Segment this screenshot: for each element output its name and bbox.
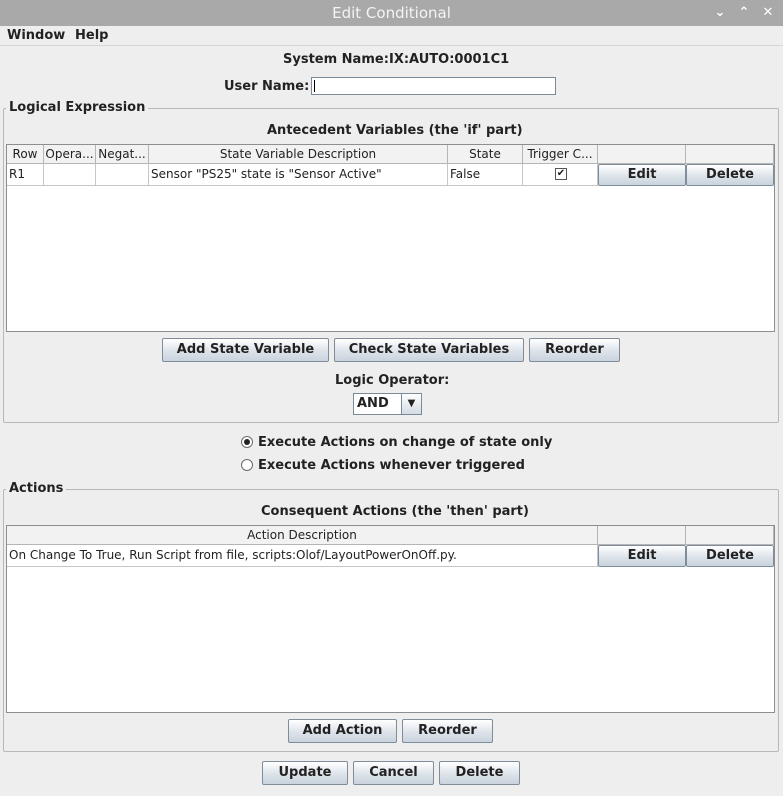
col-action-description[interactable]: Action Description — [7, 526, 598, 545]
cell-operator[interactable] — [44, 164, 96, 186]
action-delete-button[interactable]: Delete — [686, 545, 774, 567]
update-button[interactable]: Update — [262, 761, 348, 785]
col-description[interactable]: State Variable Description — [149, 145, 448, 164]
minimize-icon[interactable]: ⌄ — [710, 3, 730, 23]
text-caret — [314, 80, 315, 92]
col-row[interactable]: Row — [7, 145, 44, 164]
antecedent-table: Row Opera... Negat... State Variable Des… — [6, 144, 775, 332]
system-name-value: IX:AUTO:0001C1 — [389, 52, 510, 67]
menu-help[interactable]: Help — [75, 28, 108, 43]
logic-operator-select[interactable]: AND ▼ — [353, 393, 422, 415]
col-state[interactable]: State — [448, 145, 523, 164]
col-trigger[interactable]: Trigger C... — [523, 145, 598, 164]
col-edit[interactable] — [598, 145, 686, 164]
window-titlebar: Edit Conditional ⌄ ⌃ ✕ — [0, 0, 783, 26]
cell-state[interactable]: False — [448, 164, 523, 186]
actions-title: Actions — [6, 481, 67, 496]
cell-row[interactable]: R1 — [7, 164, 44, 186]
consequent-table-title: Consequent Actions (the 'then' part) — [261, 504, 529, 519]
system-name-label: System Name: — [283, 52, 389, 67]
user-name-input[interactable] — [311, 77, 556, 95]
user-name-label: User Name: — [224, 79, 310, 94]
col-action-delete[interactable] — [686, 526, 774, 545]
col-delete[interactable] — [686, 145, 774, 164]
logic-operator-value: AND — [357, 396, 389, 411]
check-state-variables-button[interactable]: Check State Variables — [334, 338, 524, 362]
logic-operator-label: Logic Operator: — [335, 373, 450, 388]
reorder-actions-button[interactable]: Reorder — [402, 719, 493, 743]
delete-button[interactable]: Delete — [439, 761, 520, 785]
reorder-variables-button[interactable]: Reorder — [529, 338, 620, 362]
menu-bar: Window Help — [0, 26, 783, 46]
window-title: Edit Conditional — [332, 4, 451, 22]
cell-negation[interactable] — [96, 164, 149, 186]
col-action-edit[interactable] — [598, 526, 686, 545]
action-edit-button[interactable]: Edit — [598, 545, 686, 567]
col-negation[interactable]: Negat... — [96, 145, 149, 164]
execute-on-change-label[interactable]: Execute Actions on change of state only — [258, 435, 552, 450]
execute-on-change-radio[interactable] — [241, 436, 253, 448]
add-state-variable-button[interactable]: Add State Variable — [162, 338, 329, 362]
add-action-button[interactable]: Add Action — [288, 719, 397, 743]
menu-window[interactable]: Window — [7, 28, 65, 43]
cancel-button[interactable]: Cancel — [353, 761, 434, 785]
cell-trigger: ✔ — [523, 164, 598, 186]
execute-whenever-radio[interactable] — [241, 459, 253, 471]
actions-table: Action Description On Change To True, Ru… — [6, 525, 775, 713]
cell-action-description[interactable]: On Change To True, Run Script from file,… — [7, 545, 598, 567]
trigger-checkbox[interactable]: ✔ — [555, 168, 567, 180]
maximize-icon[interactable]: ⌃ — [734, 3, 754, 23]
cell-description[interactable]: Sensor "PS25" state is "Sensor Active" — [149, 164, 448, 186]
close-icon[interactable]: ✕ — [758, 3, 778, 23]
antecedent-edit-button[interactable]: Edit — [598, 164, 686, 186]
execute-whenever-label[interactable]: Execute Actions whenever triggered — [258, 458, 525, 473]
antecedent-delete-button[interactable]: Delete — [686, 164, 774, 186]
chevron-down-icon[interactable]: ▼ — [401, 394, 421, 414]
col-operator[interactable]: Opera... — [44, 145, 96, 164]
logical-expression-title: Logical Expression — [6, 100, 149, 115]
antecedent-table-title: Antecedent Variables (the 'if' part) — [267, 123, 523, 138]
